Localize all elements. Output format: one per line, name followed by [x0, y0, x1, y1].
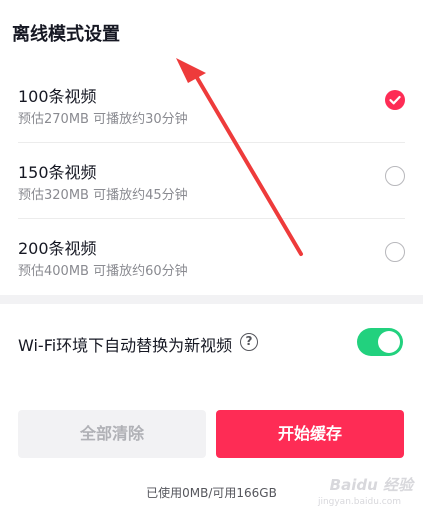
wifi-auto-replace-row: Wi-Fi环境下自动替换为新视频 ?: [18, 325, 405, 361]
option-desc: 预估400MB 可播放约60分钟: [18, 264, 188, 279]
start-cache-button[interactable]: 开始缓存: [216, 410, 404, 458]
option-name: 150条视频: [18, 163, 97, 182]
wifi-auto-replace-label: Wi-Fi环境下自动替换为新视频: [18, 336, 233, 355]
radio-unchecked-icon[interactable]: [385, 166, 405, 186]
radio-unchecked-icon[interactable]: [385, 242, 405, 262]
clear-all-button[interactable]: 全部清除: [18, 410, 206, 458]
wifi-auto-replace-toggle[interactable]: [357, 328, 403, 356]
radio-checked-icon[interactable]: [385, 90, 405, 110]
page-title: 离线模式设置: [12, 24, 120, 45]
option-150[interactable]: 150条视频 预估320MB 可播放约45分钟: [18, 142, 405, 219]
toggle-knob: [378, 331, 400, 353]
option-100[interactable]: 100条视频 预估270MB 可播放约30分钟: [18, 66, 405, 143]
option-name: 100条视频: [18, 87, 97, 106]
help-icon[interactable]: ?: [240, 333, 258, 351]
section-divider: [0, 295, 423, 304]
option-desc: 预估270MB 可播放约30分钟: [18, 112, 188, 127]
option-desc: 预估320MB 可播放约45分钟: [18, 188, 188, 203]
watermark-logo: Baidu 经验: [329, 476, 413, 494]
option-name: 200条视频: [18, 239, 97, 258]
option-200[interactable]: 200条视频 预估400MB 可播放约60分钟: [18, 218, 405, 294]
watermark-url: jingyan.baidu.com: [317, 497, 401, 507]
